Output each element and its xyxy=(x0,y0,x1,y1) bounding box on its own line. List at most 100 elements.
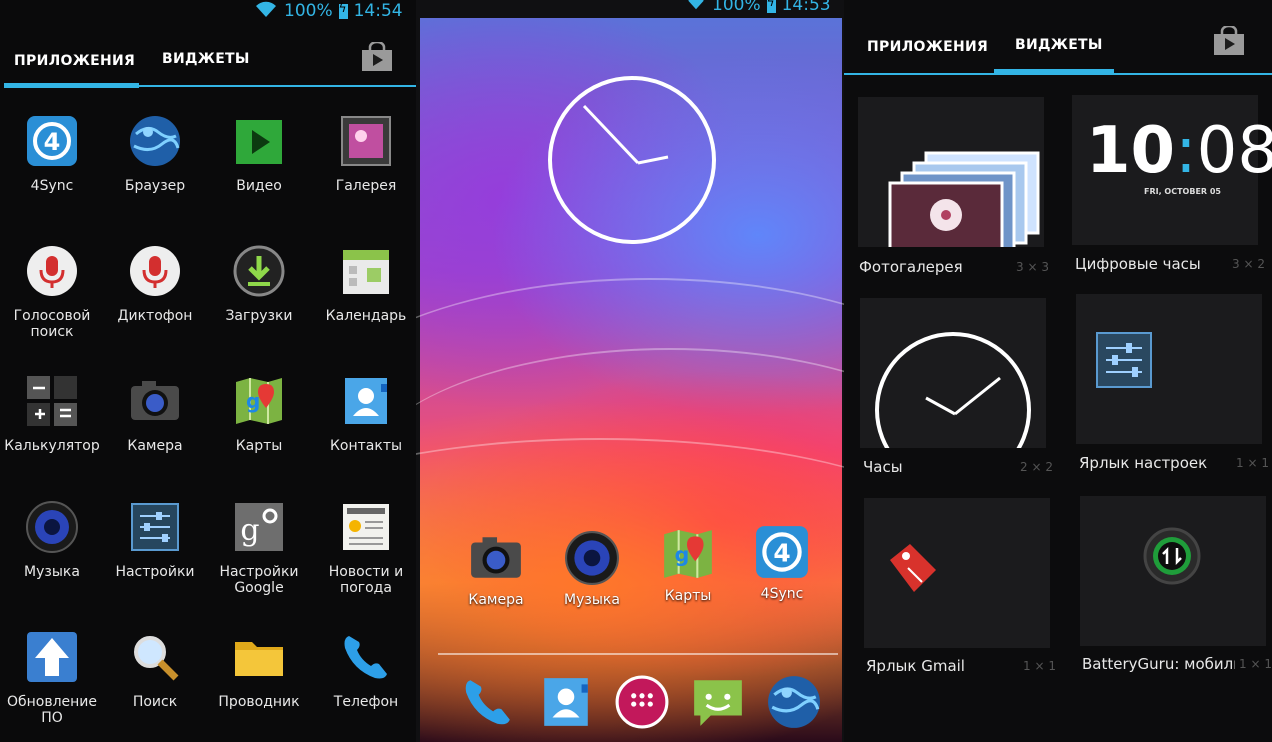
app-label: Календарь xyxy=(325,308,407,324)
app-update-arrow-16[interactable]: Обновление ПО xyxy=(0,630,104,726)
widget-name: Ярлык Gmail xyxy=(866,657,965,675)
tab-indicator xyxy=(4,83,139,88)
speaker-icon xyxy=(564,530,620,586)
app-calendar-7[interactable]: Календарь xyxy=(314,244,418,324)
play-store-button[interactable] xyxy=(361,40,392,71)
shortcut-label: 4Sync xyxy=(760,586,804,602)
app-label: Музыка xyxy=(24,564,80,580)
home-shortcut-maps[interactable]: g Карты xyxy=(640,526,736,604)
app-label: Браузер xyxy=(124,178,186,194)
4sync-icon: 4 xyxy=(25,114,79,168)
globe-icon xyxy=(128,114,182,168)
dock-phone-icon[interactable] xyxy=(460,674,516,730)
app-contacts-11[interactable]: Контакты xyxy=(314,374,418,454)
app-label: Видео xyxy=(236,178,282,194)
download-icon xyxy=(232,244,286,298)
app-label: Диктофон xyxy=(117,308,193,324)
news-icon xyxy=(339,500,393,554)
dock-divider xyxy=(438,653,838,655)
tab-widgets[interactable]: ВИДЖЕТЫ xyxy=(162,51,250,67)
app-microphone-5[interactable]: Диктофон xyxy=(103,244,207,324)
clock-date: FRI, OCTOBER 05 xyxy=(1144,187,1221,196)
dock-contacts-icon[interactable] xyxy=(538,674,594,730)
status-bar: 100% 14:53 xyxy=(686,0,831,16)
shopping-bag-icon xyxy=(1214,24,1244,55)
contacts-icon xyxy=(339,374,393,428)
app-label: Калькулятор xyxy=(4,438,100,454)
widget-settings-shortcut[interactable] xyxy=(1076,294,1262,444)
dock-messaging-icon[interactable] xyxy=(690,674,746,730)
widget-size: 1 × 1 xyxy=(1023,659,1056,673)
app-settings-13[interactable]: Настройки xyxy=(103,500,207,580)
app-play-2[interactable]: Видео xyxy=(207,114,311,194)
app-google-settings-14[interactable]: g Настройки Google xyxy=(207,500,311,596)
app-microphone-4[interactable]: Голосовой поиск xyxy=(0,244,104,340)
app-download-6[interactable]: Загрузки xyxy=(207,244,311,324)
dock-all-apps-icon[interactable] xyxy=(614,674,670,730)
analog-clock-widget[interactable] xyxy=(546,74,718,246)
app-calculator-8[interactable]: Калькулятор xyxy=(0,374,104,454)
widget-size: 3 × 2 xyxy=(1232,257,1265,271)
app-label: Камера xyxy=(127,438,183,454)
play-icon xyxy=(232,114,286,168)
app-magnifier-17[interactable]: Поиск xyxy=(103,630,207,710)
widget-gmail-shortcut[interactable] xyxy=(864,498,1050,648)
widget-size: 1 × 1 xyxy=(1236,456,1269,470)
widget-digital-clock[interactable]: 10:08 FRI, OCTOBER 05 xyxy=(1072,95,1272,245)
clock-minutes: 08 xyxy=(1196,114,1272,188)
wifi-icon xyxy=(254,0,278,23)
app-camera-9[interactable]: Камера xyxy=(103,374,207,454)
wifi-icon xyxy=(686,0,706,15)
folder-icon xyxy=(232,630,286,684)
svg-text:g: g xyxy=(675,542,690,566)
app-gallery-3[interactable]: Галерея xyxy=(314,114,418,194)
app-speaker-12[interactable]: Музыка xyxy=(0,500,104,580)
widget-name: BatteryGuru: мобилы xyxy=(1082,655,1235,673)
app-drawer-screen: 100% 14:54 ПРИЛОЖЕНИЯ ВИДЖЕТЫ 4 4Sync Брау… xyxy=(0,0,418,742)
app-label: Поиск xyxy=(132,694,178,710)
maps-icon: g xyxy=(660,526,716,582)
app-label: Новости и погода xyxy=(328,564,404,596)
app-globe-1[interactable]: Браузер xyxy=(103,114,207,194)
gmail-label-icon xyxy=(890,544,936,592)
widget-batteryguru[interactable] xyxy=(1080,496,1266,646)
widget-name: Фотогалерея xyxy=(859,258,963,276)
clock-hours: 10 xyxy=(1086,114,1176,188)
app-label: Телефон xyxy=(333,694,399,710)
app-news-15[interactable]: Новости и погода xyxy=(314,500,418,596)
battery-percent: 100% xyxy=(712,0,761,15)
svg-text:g: g xyxy=(240,513,259,548)
widget-analog-clock[interactable] xyxy=(860,298,1046,488)
app-label: 4Sync xyxy=(30,178,74,194)
app-label: Проводник xyxy=(218,694,300,710)
shortcut-label: Карты xyxy=(664,588,712,604)
app-maps-10[interactable]: g Карты xyxy=(207,374,311,454)
calculator-icon xyxy=(25,374,79,428)
dock-browser-icon[interactable] xyxy=(766,674,822,730)
camera-icon xyxy=(468,530,524,586)
battery-guru-icon xyxy=(1143,527,1201,585)
app-label: Галерея xyxy=(335,178,397,194)
widget-size: 3 × 3 xyxy=(1016,260,1049,274)
svg-text:4: 4 xyxy=(44,128,61,156)
4sync-icon: 4 xyxy=(754,524,810,580)
google-settings-icon: g xyxy=(232,500,286,554)
home-shortcut-speaker[interactable]: Музыка xyxy=(544,530,640,608)
photo-stack-icon xyxy=(888,151,1040,255)
play-store-button[interactable] xyxy=(1213,24,1244,55)
app-label: Настройки xyxy=(115,564,195,580)
app-folder-18[interactable]: Проводник xyxy=(207,630,311,710)
app-label: Настройки Google xyxy=(219,564,299,596)
update-arrow-icon xyxy=(25,630,79,684)
home-shortcut-camera[interactable]: Камера xyxy=(448,530,544,608)
tab-apps[interactable]: ПРИЛОЖЕНИЯ xyxy=(14,53,135,69)
tab-widgets[interactable]: ВИДЖЕТЫ xyxy=(1015,37,1103,53)
widget-photo-gallery[interactable] xyxy=(858,97,1044,255)
app-4sync-0[interactable]: 4 4Sync xyxy=(0,114,104,194)
app-phone-19[interactable]: Телефон xyxy=(314,630,418,710)
tab-apps[interactable]: ПРИЛОЖЕНИЯ xyxy=(867,39,988,55)
home-shortcut-4sync[interactable]: 4 4Sync xyxy=(734,524,830,602)
app-label: Карты xyxy=(235,438,283,454)
calendar-icon xyxy=(339,244,393,298)
svg-text:4: 4 xyxy=(773,538,790,567)
